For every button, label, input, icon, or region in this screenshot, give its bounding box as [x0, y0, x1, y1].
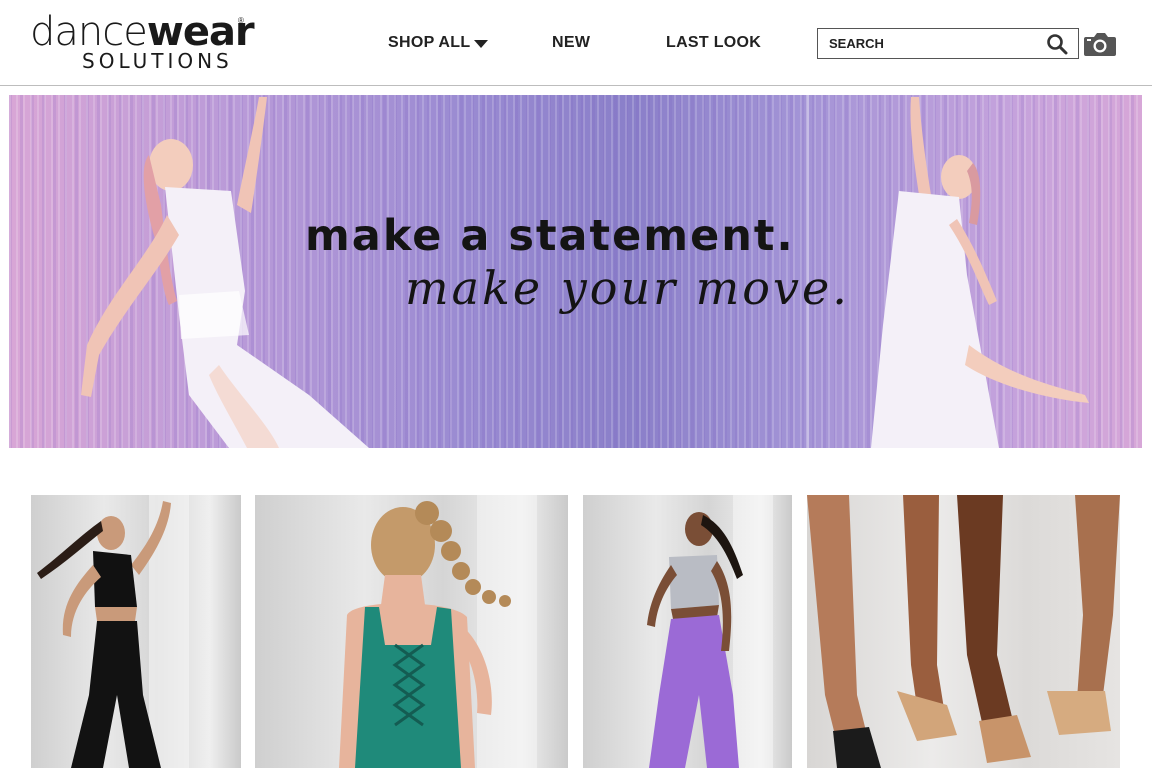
logo-registered-mark: ®: [238, 16, 244, 25]
nav-last-look[interactable]: LAST LOOK: [666, 34, 761, 52]
search-box: [817, 28, 1079, 59]
product-image-black-outfit: [37, 495, 189, 768]
logo[interactable]: dancewear ® SOLUTIONS: [30, 12, 255, 72]
product-image-jazz-shoes: [807, 495, 1120, 768]
product-tile-black-outfit[interactable]: [31, 495, 241, 768]
hero-dancer-left-image: [81, 97, 369, 448]
site-header: dancewear ® SOLUTIONS SHOP ALL NEW LAST …: [0, 0, 1152, 86]
product-tile-purple-pants[interactable]: [583, 495, 792, 768]
search-icon[interactable]: [1046, 33, 1068, 55]
hero-tagline: make your move.: [405, 261, 850, 315]
hero-banner[interactable]: make a statement. make your move.: [9, 95, 1142, 448]
logo-wordmark: dancewear: [30, 12, 255, 52]
nav-shop-all[interactable]: SHOP ALL: [388, 34, 470, 52]
product-image-purple-pants: [647, 495, 773, 768]
camera-icon[interactable]: [1083, 31, 1117, 58]
hero-dancer-right-image: [871, 97, 1089, 448]
logo-subtitle: SOLUTIONS: [82, 49, 233, 73]
search-input[interactable]: [818, 29, 1038, 58]
product-image-teal-leotard: [339, 495, 537, 768]
hero-headline: make a statement.: [305, 211, 795, 261]
product-tile-jazz-shoes[interactable]: [807, 495, 1120, 768]
product-tile-teal-leotard[interactable]: [255, 495, 568, 768]
chevron-down-icon[interactable]: [474, 40, 488, 48]
nav-new[interactable]: NEW: [552, 34, 590, 52]
